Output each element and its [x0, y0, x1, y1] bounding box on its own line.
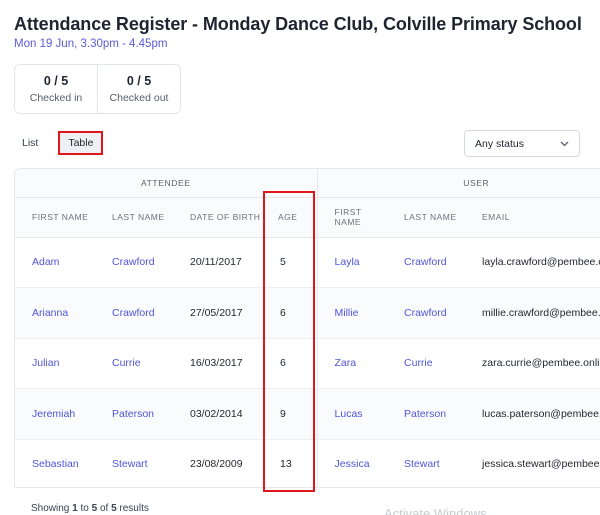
table-view-tab[interactable]: Table — [58, 131, 104, 155]
table-row: Jeremiah Paterson 03/02/2014 9 Lucas Pat… — [15, 388, 600, 440]
user-last-name[interactable]: Crawford — [387, 237, 466, 288]
user-last-name[interactable]: Crawford — [387, 287, 466, 339]
user-first-name[interactable]: Millie — [316, 287, 388, 339]
email-header[interactable]: EMAIL — [465, 197, 600, 238]
activate-windows-watermark: Activate Windows — [384, 506, 487, 515]
age: 13 — [263, 439, 318, 487]
date-of-birth: 20/11/2017 — [173, 237, 263, 288]
attendee-first-name[interactable]: Jeremiah — [15, 388, 95, 440]
age: 6 — [263, 338, 318, 389]
user-last-name[interactable]: Currie — [387, 338, 466, 389]
attendance-table: ATTENDEE USER FIRST NAME LAST NAME DATE … — [14, 168, 600, 488]
user-last-name[interactable]: Stewart — [387, 439, 466, 487]
checked-in-stat: 0 / 5 Checked in — [15, 65, 97, 113]
user-last-name-header[interactable]: LAST NAME — [387, 197, 466, 238]
page-title: Attendance Register - Monday Dance Club,… — [14, 14, 582, 34]
date-of-birth: 27/05/2017 — [173, 287, 263, 339]
email: layla.crawford@pembee.c — [465, 237, 600, 288]
age: 5 — [263, 237, 318, 288]
checked-out-label: Checked out — [109, 92, 169, 104]
summary-of-word: of — [97, 503, 112, 514]
table-row: Julian Currie 16/03/2017 6 Zara Currie z… — [15, 338, 600, 389]
user-first-name[interactable]: Zara — [316, 338, 388, 389]
attendee-last-name[interactable]: Currie — [95, 338, 173, 389]
user-first-name[interactable]: Layla — [316, 237, 388, 288]
checked-in-label: Checked in — [29, 92, 83, 104]
attendee-last-name[interactable]: Stewart — [95, 439, 173, 487]
attendee-group-header: ATTENDEE — [15, 169, 318, 198]
table-row: Arianna Crawford 27/05/2017 6 Millie Cra… — [15, 287, 600, 339]
email: lucas.paterson@pembee.c — [465, 388, 600, 440]
attendee-last-name[interactable]: Crawford — [95, 287, 173, 339]
user-last-name[interactable]: Paterson — [387, 388, 466, 440]
user-first-name[interactable]: Jessica — [316, 439, 388, 487]
chevron-down-icon — [560, 141, 569, 146]
attendee-first-name[interactable]: Arianna — [15, 287, 95, 339]
date-of-birth-header[interactable]: DATE OF BIRTH — [173, 197, 263, 238]
age: 6 — [263, 287, 318, 339]
attendee-last-name-header[interactable]: LAST NAME — [95, 197, 173, 238]
user-group-header: USER — [316, 169, 600, 198]
date-of-birth: 03/02/2014 — [173, 388, 263, 440]
date-of-birth: 23/08/2009 — [173, 439, 263, 487]
view-toggle: List Table — [14, 131, 104, 155]
summary-suffix: results — [116, 503, 149, 514]
attendee-first-name[interactable]: Sebastian — [15, 439, 95, 487]
attendee-first-name[interactable]: Adam — [15, 237, 95, 288]
attendee-last-name[interactable]: Crawford — [95, 237, 173, 288]
checked-out-stat: 0 / 5 Checked out — [97, 65, 180, 113]
email: millie.crawford@pembee.c — [465, 287, 600, 339]
user-first-name[interactable]: Lucas — [316, 388, 388, 440]
checked-in-count: 0 / 5 — [43, 74, 69, 88]
status-filter-value: Any status — [475, 137, 525, 150]
attendee-first-name[interactable]: Julian — [15, 338, 95, 389]
user-first-name-header[interactable]: FIRST NAME — [316, 197, 388, 238]
session-datetime: Mon 19 Jun, 3.30pm - 4.45pm — [14, 38, 168, 50]
summary-prefix: Showing — [31, 503, 73, 514]
date-of-birth: 16/03/2017 — [173, 338, 263, 389]
status-filter-select[interactable]: Any status — [464, 130, 580, 157]
summary-to-word: to — [77, 503, 92, 514]
email: jessica.stewart@pembee. — [465, 439, 600, 487]
attendance-stats: 0 / 5 Checked in 0 / 5 Checked out — [14, 64, 181, 114]
attendee-first-name-header[interactable]: FIRST NAME — [15, 197, 95, 238]
list-view-tab[interactable]: List — [14, 133, 46, 153]
pagination-summary: Showing 1 to 5 of 5 results — [31, 503, 149, 514]
checked-out-count: 0 / 5 — [126, 74, 152, 88]
email: zara.currie@pembee.onlin — [465, 338, 600, 389]
table-row: Sebastian Stewart 23/08/2009 13 Jessica … — [15, 439, 600, 487]
table-row: Adam Crawford 20/11/2017 5 Layla Crawfor… — [15, 237, 600, 288]
age-header[interactable]: AGE — [263, 197, 318, 238]
attendee-last-name[interactable]: Paterson — [95, 388, 173, 440]
age: 9 — [263, 388, 318, 440]
